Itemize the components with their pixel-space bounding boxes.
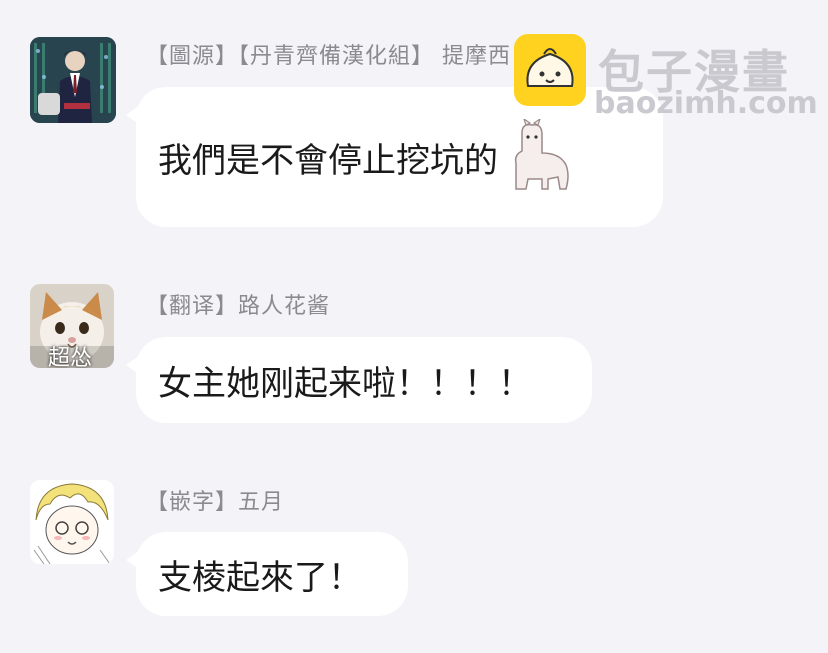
sender-name: 【翻译】路人花酱 xyxy=(146,294,331,319)
avatar[interactable] xyxy=(30,37,116,123)
sender-name: 【圖源】【丹青齊備漢化組】 提摩西 xyxy=(146,44,511,69)
watermark-url: baozimh.com xyxy=(594,86,818,121)
bubble-tail xyxy=(126,550,140,570)
avatar[interactable]: 超怂 xyxy=(30,284,114,368)
watermark: 包子漫畫 baozimh.com xyxy=(514,34,818,124)
message-text: 我們是不會停止挖坑的 xyxy=(158,140,498,181)
sender-name: 【嵌字】五月 xyxy=(146,490,285,515)
bubble-tail xyxy=(126,355,140,375)
anime-character-avatar-icon xyxy=(30,37,116,123)
avatar[interactable] xyxy=(30,480,114,564)
avatar-caption: 超怂 xyxy=(48,346,93,368)
alpaca-sticker-icon xyxy=(514,119,569,190)
message-bubble[interactable]: 支棱起來了！ xyxy=(126,532,408,616)
bun-logo-icon xyxy=(514,34,586,106)
message-bubble[interactable]: 女主她刚起来啦！！！！ xyxy=(126,337,592,423)
message-text: 支棱起來了！ xyxy=(158,557,362,598)
message-text: 女主她刚起来啦！！！！ xyxy=(158,363,532,404)
bubble-tail xyxy=(126,105,140,125)
sketch-character-avatar-icon xyxy=(30,480,114,564)
